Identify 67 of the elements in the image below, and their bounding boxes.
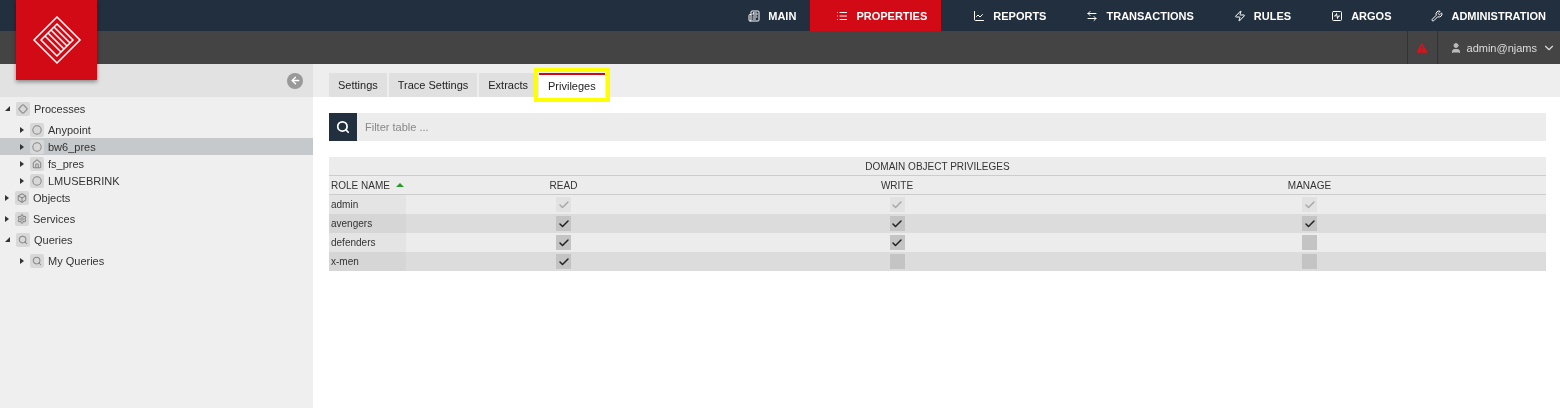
nav-tab[interactable]: PROPERTIES xyxy=(810,0,942,31)
user-icon xyxy=(1449,41,1462,54)
nav-tab[interactable]: ADMINISTRATION xyxy=(1405,0,1560,31)
tree-item[interactable]: Anypoint xyxy=(0,121,313,138)
checkbox[interactable] xyxy=(889,216,905,231)
checkbox[interactable] xyxy=(1302,235,1317,250)
checkbox[interactable] xyxy=(556,254,571,269)
expand-icon[interactable] xyxy=(5,215,9,222)
tree-item[interactable]: Processes xyxy=(0,100,313,117)
tree-item[interactable]: Queries xyxy=(0,231,313,248)
check-icon xyxy=(557,236,570,249)
check-icon xyxy=(557,255,570,268)
column-heading[interactable]: MANAGE xyxy=(1073,176,1546,195)
check-icon xyxy=(891,217,903,230)
nav-tab[interactable]: REPORTS xyxy=(947,0,1061,31)
collapse-icon[interactable] xyxy=(5,237,10,242)
column-heading[interactable]: ROLE NAME xyxy=(329,176,406,195)
checkbox[interactable] xyxy=(889,235,905,250)
nav-tab[interactable]: TRANSACTIONS xyxy=(1060,0,1208,31)
check-icon xyxy=(891,198,903,211)
expand-icon[interactable] xyxy=(20,177,24,184)
check-icon xyxy=(1303,217,1316,230)
rules-icon xyxy=(1233,9,1246,22)
logo[interactable] xyxy=(16,0,97,80)
collapse-icon[interactable] xyxy=(5,106,10,111)
checkbox[interactable] xyxy=(1302,216,1317,231)
expand-icon[interactable] xyxy=(5,194,9,201)
tab[interactable]: Extracts xyxy=(479,73,537,97)
check-icon xyxy=(557,198,570,211)
search-button[interactable] xyxy=(329,113,357,141)
administration-icon xyxy=(1431,9,1444,22)
table-cell: defenders xyxy=(329,233,406,252)
checkbox[interactable] xyxy=(1302,254,1317,269)
expand-icon[interactable] xyxy=(20,257,24,264)
check-icon xyxy=(891,236,903,249)
tree-item[interactable]: bw6_pres xyxy=(0,138,313,155)
checkbox[interactable] xyxy=(556,216,571,231)
filter-field[interactable]: Filter table ... xyxy=(357,113,1546,141)
tree-item[interactable]: fs_pres xyxy=(0,155,313,172)
tree-item[interactable]: LMUSEBRINK xyxy=(0,172,313,189)
column-heading[interactable]: READ xyxy=(406,176,721,195)
check-icon xyxy=(557,217,570,230)
nav-tab[interactable]: ARGOS xyxy=(1305,0,1406,31)
transactions-icon xyxy=(1086,9,1099,22)
check-icon xyxy=(1303,198,1316,211)
tree-item[interactable]: Objects xyxy=(0,189,313,206)
expand-icon[interactable] xyxy=(20,126,24,133)
expand-icon[interactable] xyxy=(20,143,24,150)
table-cell: admin xyxy=(329,195,406,214)
search-icon xyxy=(336,120,350,134)
expand-icon[interactable] xyxy=(20,160,24,167)
column-heading[interactable]: WRITE xyxy=(721,176,1073,195)
tab[interactable]: Trace Settings xyxy=(388,73,478,97)
table-cell: avengers xyxy=(329,214,406,233)
reports-icon xyxy=(973,9,986,22)
back-button[interactable] xyxy=(287,72,303,89)
nav-tab[interactable]: MAIN xyxy=(722,0,811,31)
nav-tab[interactable]: RULES xyxy=(1207,0,1306,31)
group-heading: DOMAIN OBJECT PRIVILEGES xyxy=(329,157,1546,176)
table-cell: x-men xyxy=(329,252,406,271)
checkbox[interactable] xyxy=(889,254,905,269)
tree-item[interactable]: My Queries xyxy=(0,252,313,269)
properties-icon xyxy=(836,9,849,22)
arrow-left-icon xyxy=(289,75,301,86)
tab[interactable]: Settings xyxy=(329,73,387,97)
tree-item[interactable]: Services xyxy=(0,210,313,227)
checkbox[interactable] xyxy=(556,235,571,250)
